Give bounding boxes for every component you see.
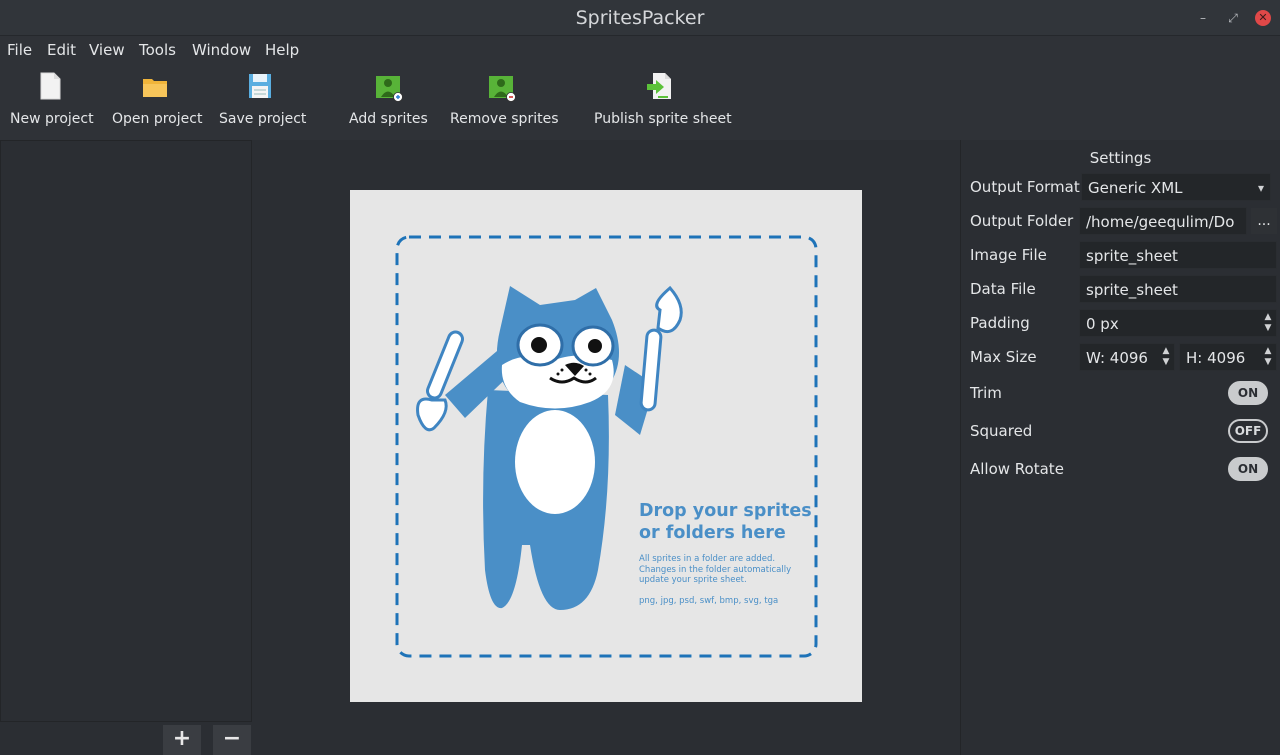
drop-zone[interactable]: Drop your sprites or folders here All sp… xyxy=(350,190,862,702)
drop-desc-line3: update your sprite sheet. xyxy=(639,575,747,585)
browse-folder-button[interactable]: ... xyxy=(1251,208,1277,234)
image-file-label: Image File xyxy=(970,246,1047,264)
trim-label: Trim xyxy=(970,384,1002,402)
maximize-icon[interactable]: ⤢ xyxy=(1225,10,1241,26)
image-file-field[interactable]: sprite_sheet xyxy=(1079,241,1277,269)
publish-icon xyxy=(647,73,671,99)
drop-title-line2: or folders here xyxy=(639,523,786,543)
publish-sprite-sheet-button[interactable]: Publish sprite sheet xyxy=(594,70,732,127)
add-sprites-label: Add sprites xyxy=(349,111,428,127)
squared-label: Squared xyxy=(970,422,1033,440)
menu-bar: File Edit View Tools Window Help xyxy=(0,36,1280,64)
max-width-value: W: 4096 xyxy=(1086,349,1148,367)
chevron-down-icon: ▾ xyxy=(1257,181,1264,195)
open-project-label: Open project xyxy=(112,111,203,127)
remove-folder-button[interactable]: − xyxy=(213,725,251,755)
output-format-select[interactable]: Generic XML ▾ xyxy=(1081,173,1271,201)
title-bar: SpritesPacker – ⤢ ✕ xyxy=(0,0,1280,36)
trim-toggle[interactable]: ON xyxy=(1228,381,1268,405)
drop-desc-line1: All sprites in a folder are added. xyxy=(639,554,776,564)
allow-rotate-toggle[interactable]: ON xyxy=(1228,457,1268,481)
output-folder-field[interactable]: /home/geequlim/Do xyxy=(1079,207,1247,235)
data-file-field[interactable]: sprite_sheet xyxy=(1079,275,1277,303)
spin-arrows-icon[interactable]: ▲ ▼ xyxy=(1262,346,1274,368)
menu-edit[interactable]: Edit xyxy=(47,41,76,59)
publish-sprite-sheet-label: Publish sprite sheet xyxy=(594,111,732,127)
new-file-icon xyxy=(40,72,61,100)
output-format-label: Output Format xyxy=(970,178,1080,196)
supported-formats: png, jpg, psd, swf, bmp, svg, tga xyxy=(639,596,779,606)
remove-sprite-icon xyxy=(489,76,516,102)
data-file-label: Data File xyxy=(970,280,1036,298)
output-format-value: Generic XML xyxy=(1088,179,1183,197)
window-title: SpritesPacker xyxy=(575,7,705,29)
drop-title-line1: Drop your sprites xyxy=(639,501,812,521)
save-icon xyxy=(249,74,271,98)
remove-sprites-button[interactable]: Remove sprites xyxy=(450,70,559,127)
padding-spinbox[interactable]: 0 px ▲ ▼ xyxy=(1079,309,1277,337)
menu-tools[interactable]: Tools xyxy=(139,41,176,59)
new-project-button[interactable]: New project xyxy=(10,70,94,127)
save-project-button[interactable]: Save project xyxy=(219,70,307,127)
sprite-list-panel[interactable] xyxy=(0,140,252,722)
add-sprites-button[interactable]: Add sprites xyxy=(349,70,428,127)
output-folder-label: Output Folder xyxy=(970,212,1074,230)
drop-description: All sprites in a folder are added. Chang… xyxy=(639,554,799,586)
spin-arrows-icon[interactable]: ▲ ▼ xyxy=(1262,312,1274,334)
drop-desc-line2: Changes in the folder automatically xyxy=(639,564,792,575)
menu-view[interactable]: View xyxy=(89,41,125,59)
drop-illustration xyxy=(395,235,818,658)
allow-rotate-label: Allow Rotate xyxy=(970,460,1064,478)
menu-file[interactable]: File xyxy=(7,41,32,59)
drop-title: Drop your sprites or folders here xyxy=(639,500,812,544)
save-project-label: Save project xyxy=(219,111,307,127)
spin-arrows-icon[interactable]: ▲ ▼ xyxy=(1160,346,1172,368)
max-size-label: Max Size xyxy=(970,348,1037,366)
settings-header: Settings xyxy=(1089,149,1152,167)
new-project-label: New project xyxy=(10,111,94,127)
toolbar: New project Open project Save project Ad… xyxy=(0,64,1280,140)
max-height-spinbox[interactable]: H: 4096 ▲ ▼ xyxy=(1179,343,1277,371)
settings-panel: Settings Output Format Generic XML ▾ Out… xyxy=(960,140,1280,755)
minimize-icon[interactable]: – xyxy=(1195,10,1211,26)
max-height-value: H: 4096 xyxy=(1186,349,1246,367)
squared-toggle[interactable]: OFF xyxy=(1228,419,1268,443)
menu-help[interactable]: Help xyxy=(265,41,299,59)
folder-icon xyxy=(143,79,167,97)
padding-label: Padding xyxy=(970,314,1030,332)
open-project-button[interactable]: Open project xyxy=(112,70,203,127)
padding-value: 0 px xyxy=(1086,315,1119,333)
remove-sprites-label: Remove sprites xyxy=(450,111,559,127)
add-sprite-icon xyxy=(376,76,403,102)
menu-window[interactable]: Window xyxy=(192,41,251,59)
max-width-spinbox[interactable]: W: 4096 ▲ ▼ xyxy=(1079,343,1175,371)
add-folder-button[interactable]: + xyxy=(163,725,201,755)
close-icon[interactable]: ✕ xyxy=(1255,10,1271,26)
